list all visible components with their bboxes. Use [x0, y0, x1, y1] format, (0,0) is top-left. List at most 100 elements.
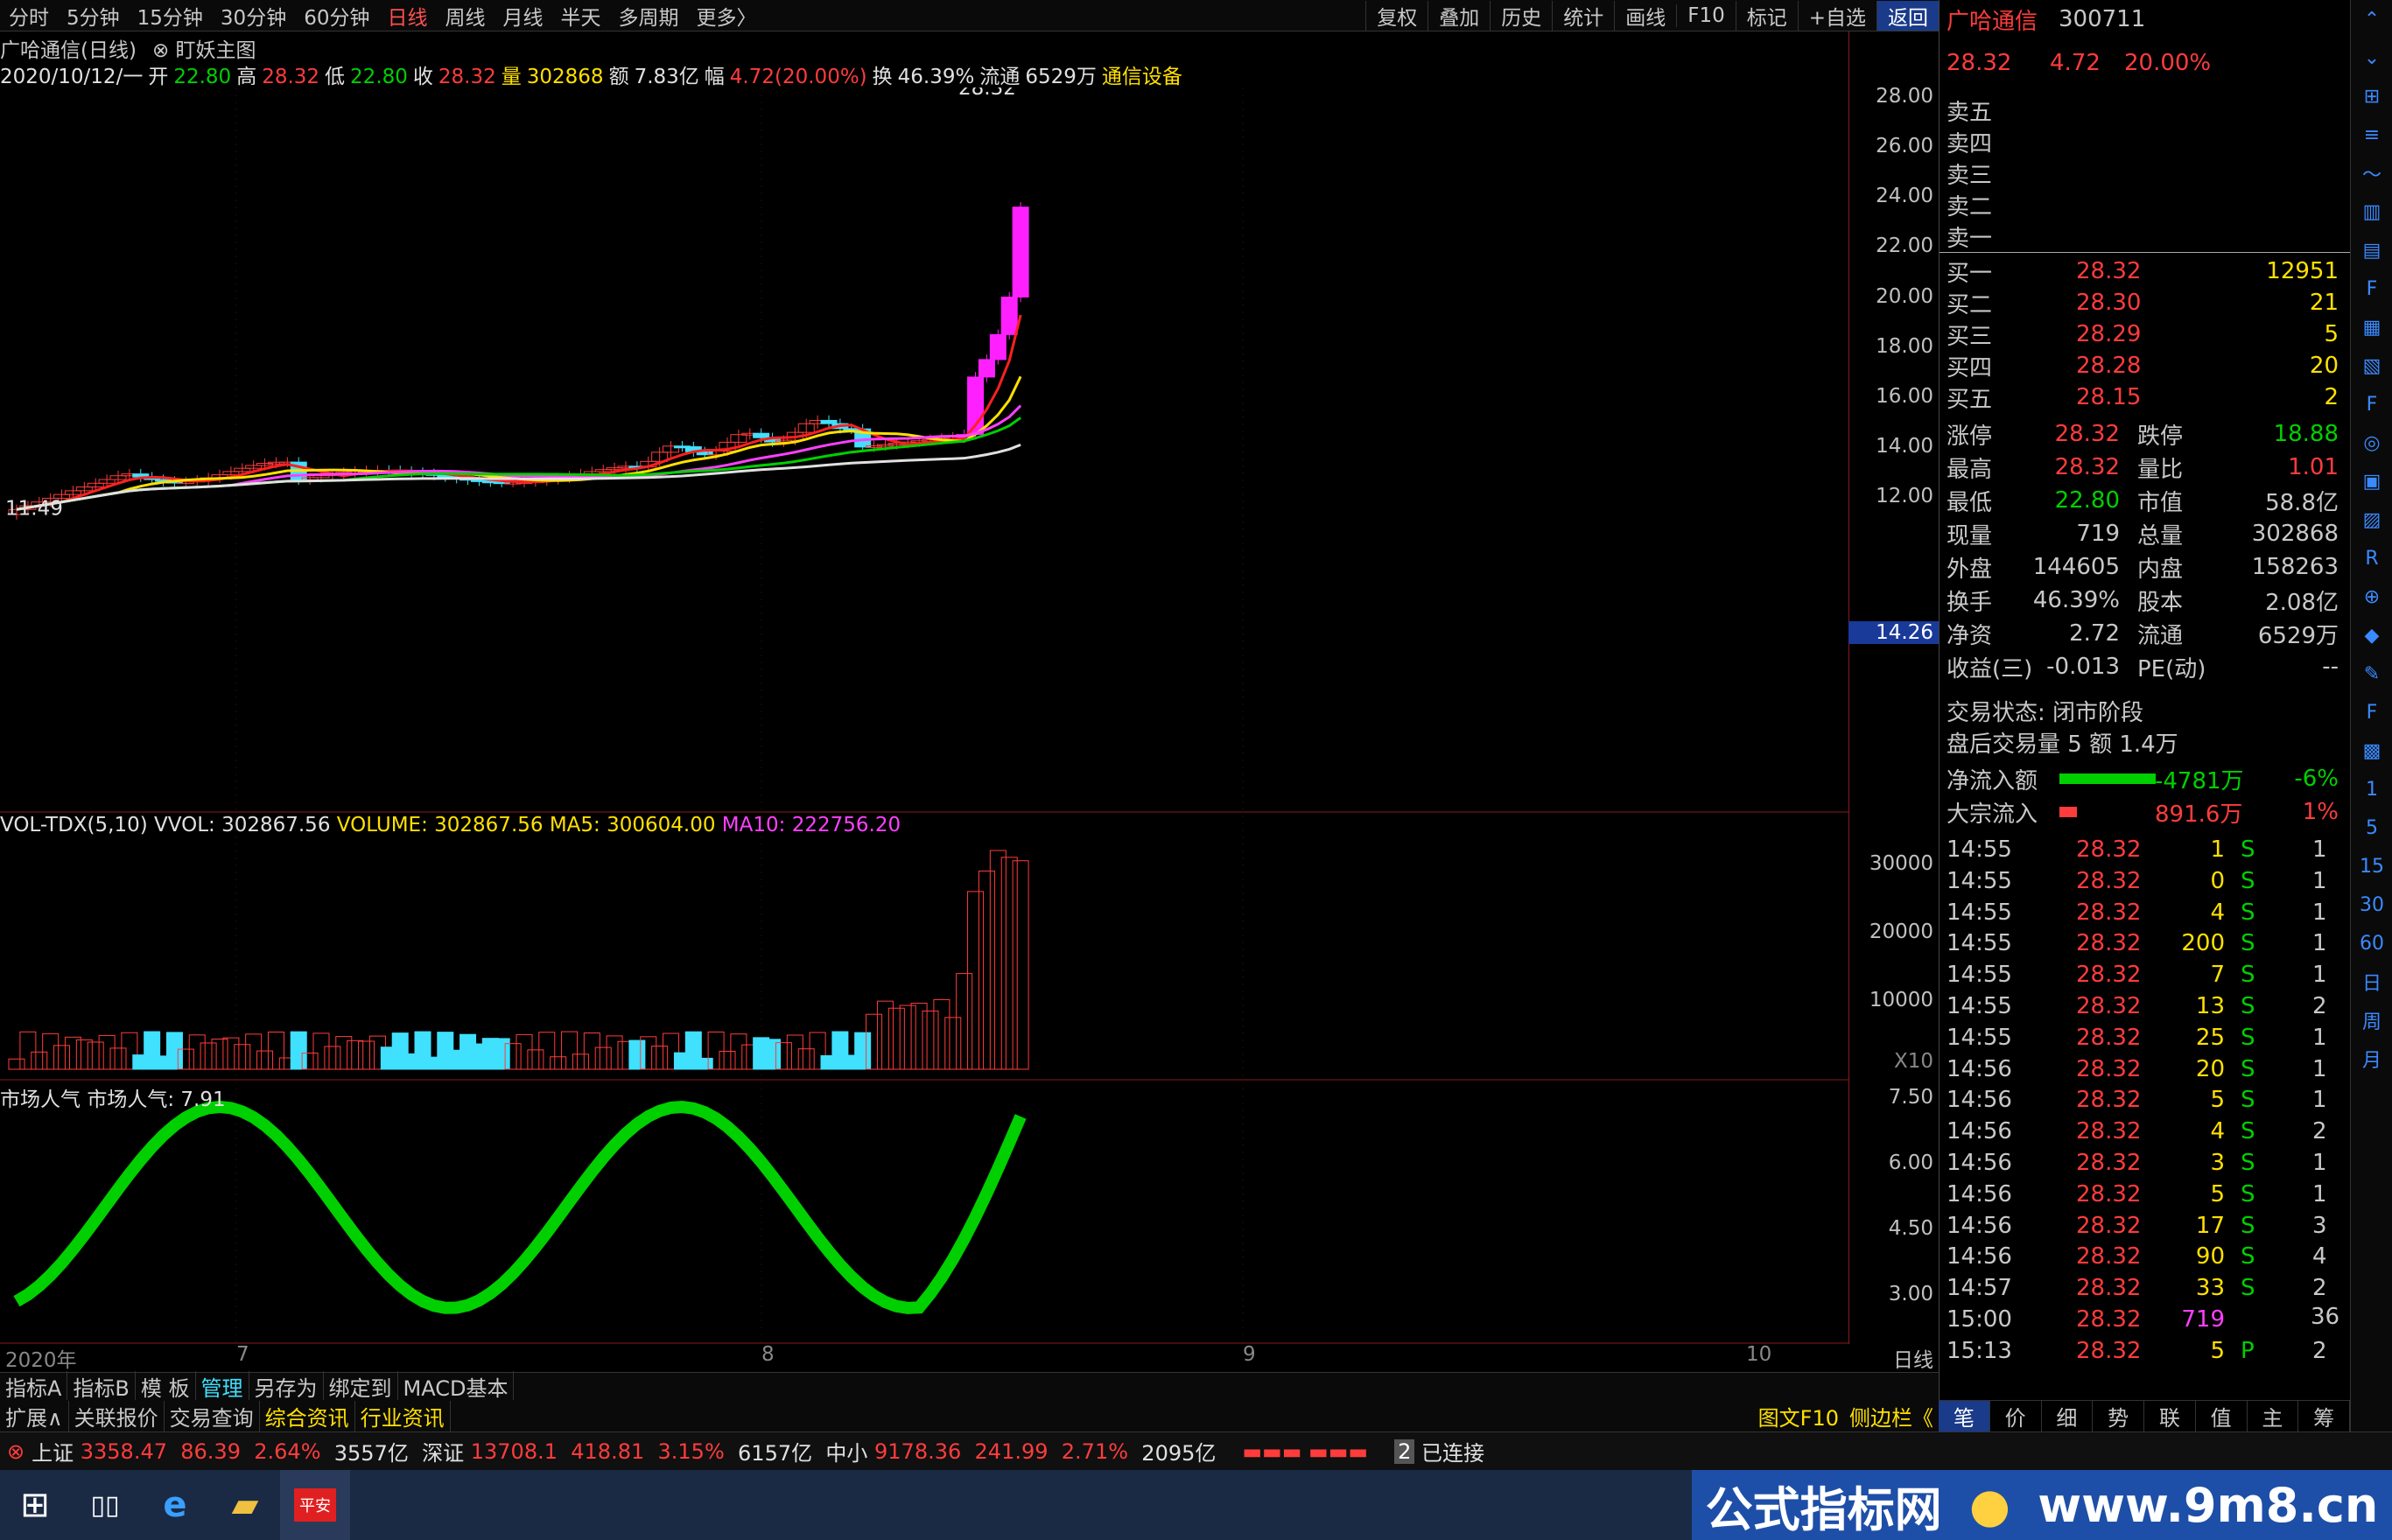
panel-tab-7[interactable]: 筹	[2298, 1401, 2350, 1432]
file-explorer-icon[interactable]: ▰	[210, 1470, 280, 1540]
info-tab-1[interactable]: 关联报价	[69, 1400, 165, 1432]
side-tool-icon[interactable]: 月	[2351, 1040, 2392, 1078]
tick-row: 14:56 28.32 5 S 1	[1947, 1180, 2327, 1208]
side-tool-icon[interactable]: ▦	[2351, 308, 2392, 346]
panel-tab-2[interactable]: 细	[2042, 1401, 2094, 1432]
info-tabs: 扩展∧ 关联报价 交易查询 综合资讯 行业资讯 图文F10 侧边栏《	[0, 1400, 1939, 1432]
toolbar-action-8[interactable]: 返回	[1876, 1, 1939, 31]
zx-index[interactable]: 9178.36	[874, 1439, 961, 1464]
toolbar-action-5[interactable]: F10	[1676, 4, 1736, 27]
side-tool-icon[interactable]: ▣	[2351, 462, 2392, 500]
side-tool-icon[interactable]: ▧	[2351, 346, 2392, 385]
side-tool-icon[interactable]: ⊕	[2351, 578, 2392, 616]
side-tool-icon[interactable]: 1	[2351, 770, 2392, 808]
side-tool-icon[interactable]: ◎	[2351, 424, 2392, 462]
side-toggle-1[interactable]: 侧边栏《	[1844, 1406, 1939, 1431]
indicator-tab-3[interactable]: 管理	[196, 1371, 249, 1402]
period-tab-9[interactable]: 多周期	[609, 1, 687, 31]
sentiment-tick: 3.00	[1888, 1283, 1933, 1306]
period-tab-5[interactable]: 日线	[378, 1, 436, 31]
side-tool-icon[interactable]: ≡	[2351, 116, 2392, 154]
panel-tab-5[interactable]: 值	[2196, 1401, 2248, 1432]
side-tool-icon[interactable]: R	[2351, 539, 2392, 578]
price-tick: 20.00	[1876, 284, 1933, 308]
chart-title-row: 广哈通信(日线) ⊗ 盯妖主图	[0, 33, 256, 63]
side-tool-icon[interactable]: 15	[2351, 847, 2392, 886]
windows-start-icon[interactable]: ⊞	[0, 1470, 70, 1540]
toolbar-action-3[interactable]: 统计	[1552, 1, 1614, 31]
side-tool-icon[interactable]: ⌃	[2351, 0, 2392, 38]
period-tab-4[interactable]: 60分钟	[295, 1, 378, 31]
side-tool-icon[interactable]: 5	[2351, 808, 2392, 847]
side-tool-icon[interactable]: F	[2351, 270, 2392, 308]
side-tool-icon[interactable]: ▤	[2351, 231, 2392, 270]
indicator-tab-4[interactable]: 另存为	[249, 1371, 324, 1402]
sentiment-tick: 6.00	[1888, 1152, 1933, 1174]
side-toggle-0[interactable]: 图文F10	[1753, 1406, 1844, 1431]
indicator-tab-2[interactable]: 模 板	[136, 1371, 196, 1402]
period-tab-8[interactable]: 半天	[551, 1, 609, 31]
kline-chart[interactable]: 28.32 11.49	[0, 88, 1848, 1348]
side-tool-icon[interactable]: ▩	[2351, 732, 2392, 770]
sz-index[interactable]: 13708.1	[471, 1439, 558, 1464]
side-tool-icon[interactable]: ◆	[2351, 616, 2392, 654]
toolbar-action-1[interactable]: 叠加	[1427, 1, 1490, 31]
volume-bar	[561, 1031, 579, 1070]
period-tab-7[interactable]: 月线	[494, 1, 551, 31]
ask-row: 卖四	[1947, 130, 1993, 158]
indicator-tab-6[interactable]: MACD基本	[398, 1371, 515, 1402]
trading-app-icon[interactable]: 平安	[280, 1470, 350, 1540]
panel-tab-0[interactable]: 笔	[1939, 1401, 1990, 1432]
indicator-tab-1[interactable]: 指标B	[67, 1371, 136, 1402]
task-view-icon[interactable]: ▯▯	[70, 1470, 140, 1540]
info-tab-2[interactable]: 交易查询	[165, 1400, 260, 1432]
main-indicator-name[interactable]: ⊗ 盯妖主图	[152, 33, 256, 63]
low-marker: 11.49	[5, 498, 63, 521]
indicator-tab-5[interactable]: 绑定到	[324, 1371, 398, 1402]
alert-icon[interactable]: ⊗	[7, 1439, 25, 1464]
period-tab-1[interactable]: 5分钟	[58, 1, 129, 31]
toolbar-action-2[interactable]: 历史	[1490, 1, 1552, 31]
side-tool-icon[interactable]: F	[2351, 385, 2392, 424]
period-tab-6[interactable]: 周线	[436, 1, 494, 31]
side-tool-icon[interactable]: ✎	[2351, 654, 2392, 693]
period-tab-0[interactable]: 分时	[0, 1, 58, 31]
side-tool-icon[interactable]: F	[2351, 693, 2392, 732]
stat-row: 涨停 28.32 跌停 18.88	[1947, 421, 2339, 450]
toolbar-action-4[interactable]: 画线	[1614, 1, 1676, 31]
info-tab-4[interactable]: 行业资讯	[355, 1400, 451, 1432]
time-label: 2020年	[5, 1349, 77, 1372]
period-tab-2[interactable]: 15分钟	[129, 1, 212, 31]
volume-bar	[1012, 860, 1029, 1070]
side-tool-icon[interactable]: 60	[2351, 924, 2392, 962]
candle-body	[753, 432, 770, 438]
time-label: 9	[1243, 1343, 1256, 1366]
stat-row: 现量 719 总量 302868	[1947, 521, 2339, 550]
toolbar-action-0[interactable]: 复权	[1365, 1, 1427, 31]
side-tool-icon[interactable]: ▨	[2351, 500, 2392, 539]
period-tab-3[interactable]: 30分钟	[212, 1, 295, 31]
edge-browser-icon[interactable]: e	[140, 1470, 210, 1540]
side-tool-icon[interactable]: ⌄	[2351, 38, 2392, 77]
period-label: 日线	[1893, 1349, 1933, 1372]
side-tool-icon[interactable]: 日	[2351, 962, 2392, 1001]
period-tab-10[interactable]: 更多〉	[687, 1, 765, 31]
panel-tab-4[interactable]: 联	[2144, 1401, 2196, 1432]
info-tab-3[interactable]: 综合资讯	[260, 1400, 355, 1432]
toolbar-action-6[interactable]: 标记	[1735, 1, 1798, 31]
panel-tab-3[interactable]: 势	[2093, 1401, 2144, 1432]
panel-tab-6[interactable]: 主	[2248, 1401, 2299, 1432]
info-tab-0[interactable]: 扩展∧	[0, 1400, 69, 1432]
volume-bar	[245, 1033, 263, 1070]
side-tool-icon[interactable]: ⊞	[2351, 77, 2392, 116]
side-tool-icon[interactable]: ▥	[2351, 192, 2392, 231]
toolbar-action-7[interactable]: +自选	[1797, 1, 1876, 31]
panel-tab-1[interactable]: 价	[1990, 1401, 2042, 1432]
sentiment-pane-label: 市场人气 市场人气: 7.91	[0, 1088, 226, 1111]
side-tool-icon[interactable]: 〜	[2351, 154, 2392, 192]
indicator-tab-0[interactable]: 指标A	[0, 1371, 68, 1402]
price-axis	[1848, 32, 1939, 1344]
side-tool-icon[interactable]: 30	[2351, 886, 2392, 924]
sh-index[interactable]: 3358.47	[81, 1439, 167, 1464]
side-tool-icon[interactable]: 周	[2351, 1001, 2392, 1040]
